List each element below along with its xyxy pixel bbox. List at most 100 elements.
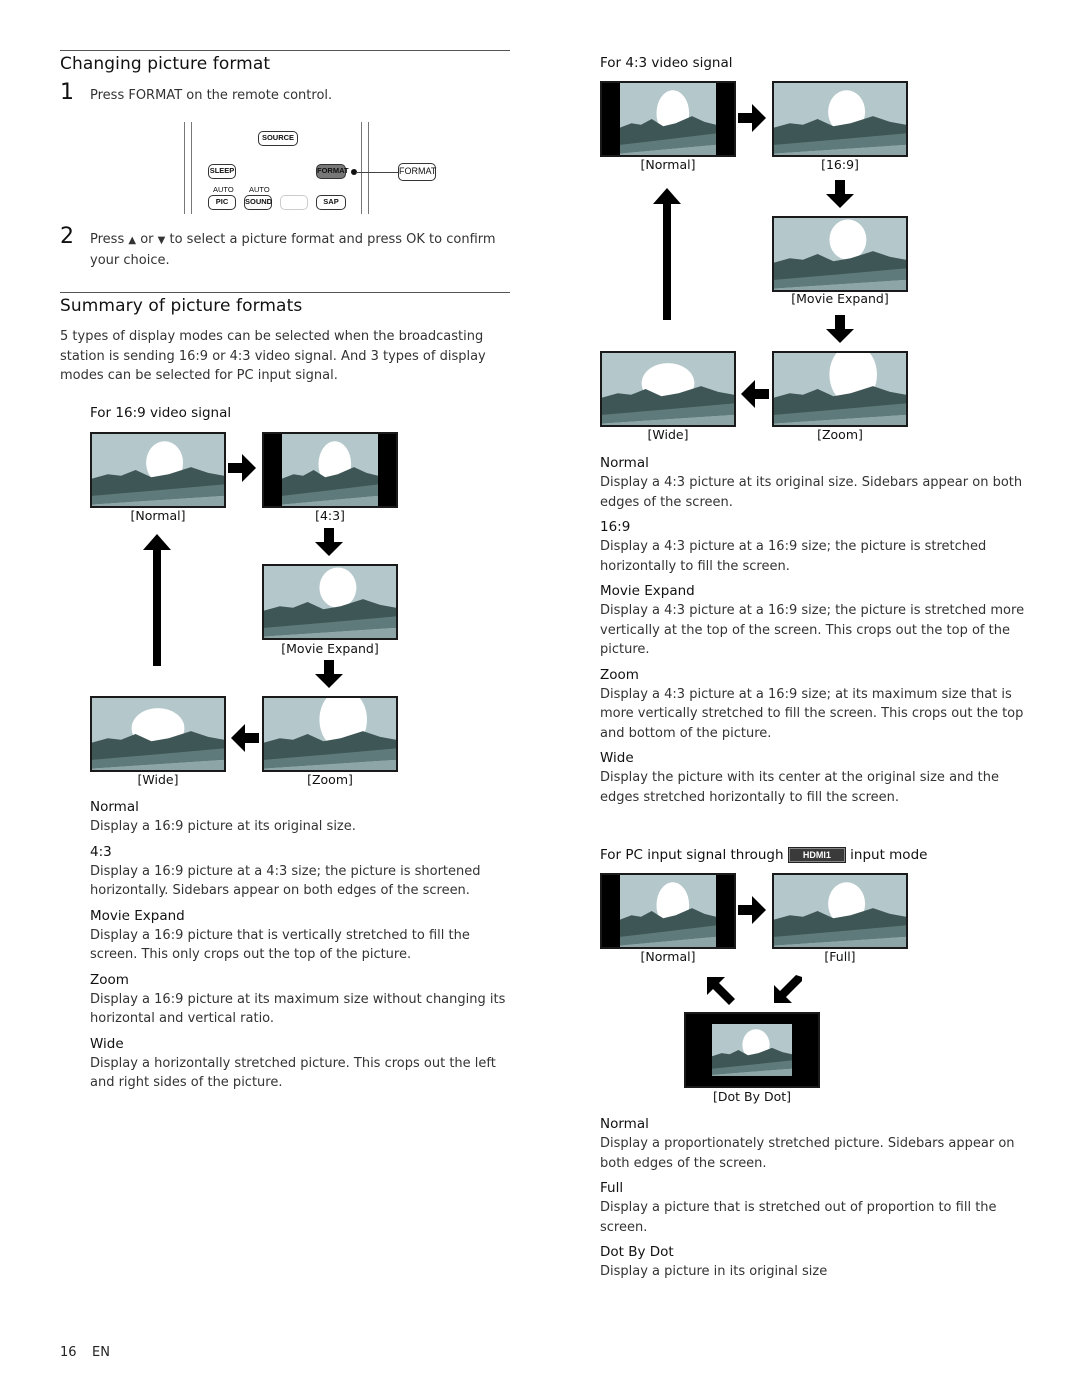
desc-169: Display a 4:3 picture at a 16:9 size; th… [600,539,987,574]
step-2-or: or [140,232,154,247]
section-title-summary: Summary of picture formats [60,296,303,316]
landscape-image [264,566,396,638]
list-item: Normal Display a 16:9 picture at its ori… [90,798,510,837]
landscape-image [602,83,734,155]
term-zoom: Zoom [600,666,639,683]
picture-pc-full [772,873,908,949]
section-divider [60,50,510,51]
sun [829,219,867,260]
arrow-down-left-icon [774,975,802,1003]
term-movie-expand: Movie Expand [90,907,185,924]
desc-wide: Display a horizontally stretched picture… [90,1055,496,1091]
picture-169-4x3 [262,432,398,508]
caption-pc-full: [Full] [824,949,856,964]
remote-blank-button [280,195,308,210]
step-2-press: Press [90,232,125,247]
desc-zoom: Display a 16:9 picture at its maximum si… [90,991,506,1027]
list-pc-descriptions: Normal Display a proportionately stretch… [600,1115,1030,1282]
caption-43-wide: [Wide] [647,427,689,442]
remote-source-button: SOURCE [258,131,298,146]
step-1-text: Press FORMAT on the remote control. [90,88,333,103]
caption-169-normal: [Normal] [130,508,186,523]
step-2-text: Press ▲ or ▼ to select a picture format … [90,230,510,270]
section-divider [60,292,510,293]
list-169-descriptions: Normal Display a 16:9 picture at its ori… [90,798,510,1093]
remote-edge-right [361,122,369,214]
desc-normal: Display a proportionately stretched pict… [600,1136,1015,1171]
list-43-descriptions: Normal Display a 4:3 picture at its orig… [600,454,1030,807]
landscape-image [602,875,734,947]
picture-43-169 [772,81,908,157]
caption-pc-dot-by-dot: [Dot By Dot] [712,1089,792,1104]
desc-wide: Display the picture with its center at t… [600,770,999,805]
remote-auto-label-1: AUTO [213,185,234,194]
list-item: Normal Display a proportionately stretch… [600,1115,1030,1173]
caption-169-movie-expand: [Movie Expand] [281,641,379,656]
desc-normal: Display a 16:9 picture at its original s… [90,819,356,834]
list-item: Wide Display the picture with its center… [600,749,1030,807]
callout-line [356,172,398,173]
picture-43-zoom [772,351,908,427]
landscape-image [774,83,906,155]
arrow-down-icon [826,180,854,208]
list-item: Wide Display a horizontally stretched pi… [90,1035,510,1093]
arrow-up-left-icon [707,977,735,1005]
pc-heading-after: input mode [850,847,928,863]
list-item: Dot By Dot Display a picture in its orig… [600,1243,1030,1282]
term-full: Full [600,1180,624,1196]
caption-169-4x3: [4:3] [315,508,345,523]
desc-dot-by-dot: Display a picture in its original size [600,1264,828,1279]
caption-43-zoom: [Zoom] [817,427,863,442]
desc-movie-expand: Display a 4:3 picture at a 16:9 size; th… [600,603,1025,657]
remote-sap-button: SAP [316,195,346,210]
list-item: Zoom Display a 16:9 picture at its maxim… [90,971,510,1029]
picture-169-wide [90,696,226,772]
term-wide: Wide [90,1035,124,1052]
list-item: Normal Display a 4:3 picture at its orig… [600,454,1030,512]
step-number-2: 2 [60,224,74,249]
up-arrow-icon: ▲ [128,235,137,246]
term-movie-expand: Movie Expand [600,583,695,599]
desc-full: Display a picture that is stretched out … [600,1200,997,1235]
pc-heading-before: For PC input signal through [600,847,784,863]
caption-169-wide: [Wide] [137,772,179,787]
term-dot-by-dot: Dot By Dot [600,1244,674,1260]
arrow-down-icon [315,660,343,688]
picture-169-normal [90,432,226,508]
caption-43-169: [16:9] [821,157,859,172]
heading-pc-signal: For PC input signal through HDMI1 input … [600,847,927,863]
arrow-left-icon [231,724,259,752]
list-item: Full Display a picture that is stretched… [600,1179,1030,1237]
list-item: Zoom Display a 4:3 picture at a 16:9 siz… [600,666,1030,744]
picture-169-zoom [262,696,398,772]
term-normal: Normal [600,455,649,471]
desc-4x3: Display a 16:9 picture at a 4:3 size; th… [90,863,481,899]
caption-43-movie-expand: [Movie Expand] [791,291,889,306]
landscape-image [686,1014,818,1086]
picture-pc-normal [600,873,736,949]
format-callout-button: FORMAT [398,163,436,181]
term-wide: Wide [600,750,634,766]
arrow-down-icon [826,315,854,343]
picture-169-movie-expand [262,564,398,640]
arrow-left-icon [741,380,769,408]
arrow-up-long-icon [143,534,171,666]
remote-format-button: FORMAT [316,164,349,179]
term-169: 16:9 [600,519,631,535]
landscape-image [774,353,906,425]
remote-sound-button: SOUND [244,195,272,210]
sun [319,567,357,608]
list-item: 16:9 Display a 4:3 picture at a 16:9 siz… [600,518,1030,576]
arrow-up-long-icon [653,188,681,320]
landscape-image [602,353,734,425]
remote-pic-button: PIC [208,195,236,210]
arrow-right-icon [738,896,766,924]
page-language: EN [92,1345,110,1360]
landscape-image [92,698,224,770]
list-item: Movie Expand Display a 16:9 picture that… [90,907,510,965]
desc-normal: Display a 4:3 picture at its original si… [600,475,1023,510]
picture-43-wide [600,351,736,427]
landscape-image [774,875,906,947]
term-normal: Normal [600,1116,649,1132]
remote-control-illustration: SOURCE SLEEP FORMAT FORMAT AUTO AUTO PIC… [180,118,440,218]
